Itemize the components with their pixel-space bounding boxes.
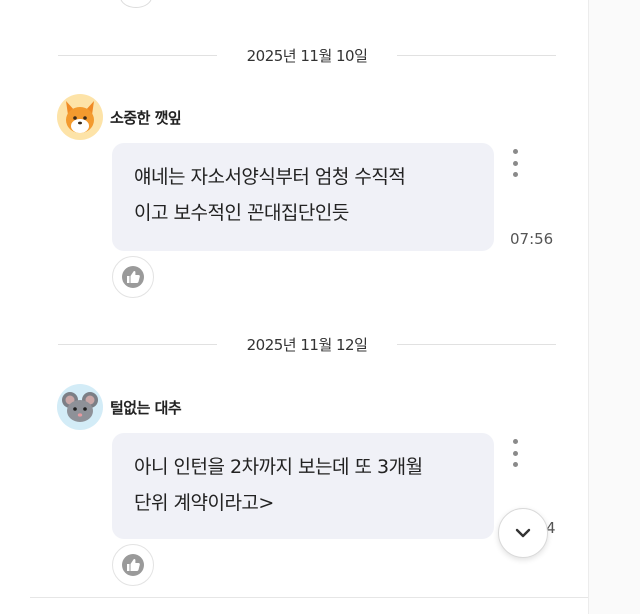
- date-separator: 2025년 11월 12일: [58, 333, 557, 355]
- message-text-line: 얘네는 자소서양식부터 엄청 수직적: [134, 166, 406, 188]
- fox-avatar-icon: [66, 101, 94, 133]
- message-text-line: 아니 인턴을 2차까지 보는데 또 3개월: [134, 456, 423, 478]
- date-label: 2025년 11월 12일: [246, 335, 368, 354]
- divider-line: [58, 343, 217, 345]
- kebab-dot: [512, 160, 518, 166]
- divider-line: [397, 54, 557, 56]
- date-label: 2025년 11월 10일: [246, 46, 368, 65]
- nickname[interactable]: 소중한 깻잎: [110, 107, 182, 128]
- message-text-line: 이고 보수적인 꼰대집단인듯: [134, 202, 349, 224]
- kebab-dot: [512, 439, 518, 444]
- divider-line: [397, 343, 557, 345]
- like-button[interactable]: [112, 544, 154, 586]
- chevron-down-icon: [515, 528, 531, 538]
- mouse-avatar-icon: [62, 392, 98, 422]
- message-time: 07:56: [510, 230, 554, 248]
- more-options-button[interactable]: [508, 439, 522, 467]
- bottom-divider: [30, 597, 588, 598]
- kebab-dot: [512, 462, 518, 467]
- kebab-dot: [512, 450, 518, 456]
- thumbs-up-icon: [122, 554, 144, 576]
- date-separator: 2025년 11월 10일: [58, 44, 557, 66]
- more-options-button[interactable]: [508, 149, 522, 177]
- kebab-dot: [512, 172, 518, 177]
- message-text-line: 단위 계약이라고>: [134, 492, 274, 514]
- message-bubble[interactable]: 아니 인턴을 2차까지 보는데 또 3개월 단위 계약이라고>: [112, 433, 494, 539]
- message-bubble[interactable]: 얘네는 자소서양식부터 엄청 수직적 이고 보수적인 꼰대집단인듯: [112, 143, 494, 251]
- nickname[interactable]: 털없는 대추: [110, 397, 182, 418]
- like-button[interactable]: [112, 256, 154, 298]
- chat-panel: 2025년 11월 10일 소중한 깻잎 얘네는 자소서양식부터 엄청 수직적 …: [0, 0, 588, 600]
- scroll-to-bottom-button[interactable]: [498, 508, 548, 558]
- thumbs-up-icon: [122, 266, 144, 288]
- previous-like-button-partial[interactable]: [120, 0, 152, 8]
- right-side-panel: [588, 0, 640, 614]
- user-avatar[interactable]: [57, 94, 103, 140]
- divider-line: [58, 54, 217, 56]
- kebab-dot: [512, 149, 518, 154]
- user-avatar[interactable]: [57, 384, 103, 430]
